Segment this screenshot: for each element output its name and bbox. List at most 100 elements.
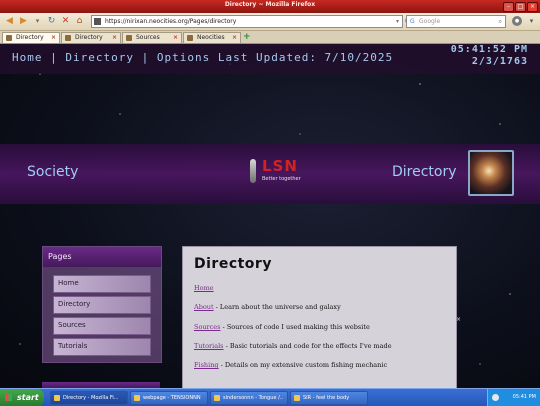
- taskbar-item-label: SIR - feel the body: [303, 395, 350, 401]
- os-taskbar: start Directory - Mozilla Fi... webpage …: [0, 388, 540, 406]
- nav-options-link[interactable]: Options: [157, 51, 210, 64]
- tab-directory[interactable]: Directory ×: [61, 32, 121, 43]
- nav-separator: |: [50, 51, 58, 64]
- sidebar-item-label: Sources: [58, 321, 86, 329]
- site-logo[interactable]: LSN Better together: [248, 154, 318, 188]
- url-bar[interactable]: https://nirixan.neocities.org/Pages/dire…: [91, 15, 403, 28]
- forward-arrow-icon[interactable]: ▶: [18, 16, 29, 27]
- window-titlebar: Directory ~ Mozilla Firefox – □ ×: [0, 0, 540, 13]
- tab-favicon-icon: [126, 35, 132, 41]
- sidebar-item-label: Home: [58, 279, 79, 287]
- site-clock: 05:41:52 PM 2/3/1763: [451, 44, 528, 68]
- maximize-button[interactable]: □: [515, 2, 526, 12]
- entry-description: - Details on my extensive custom fishing…: [218, 361, 388, 369]
- galaxy-image: [468, 150, 514, 196]
- close-window-button[interactable]: ×: [527, 2, 538, 12]
- entry-description: - Learn about the universe and galaxy: [213, 303, 341, 311]
- menu-icon[interactable]: ▾: [526, 16, 537, 27]
- taskbar-item-label: webpage - TENSIONNN: [143, 395, 201, 401]
- tab-directory-active[interactable]: Directory ×: [2, 32, 60, 43]
- logo-capsule-icon: [250, 159, 256, 183]
- sidebar-item-label: Directory: [58, 300, 91, 308]
- pages-sidebar: Pages Home Directory Sources Tutorials: [42, 246, 162, 363]
- logo-text: LSN: [262, 157, 298, 175]
- sidebar-item-label: Tutorials: [58, 342, 88, 350]
- magnifier-icon[interactable]: ⌕: [499, 16, 502, 27]
- url-text: https://nirixan.neocities.org/Pages/dire…: [105, 18, 237, 25]
- tray-clock: 05:41 PM: [512, 394, 536, 400]
- taskbar-item-webpage[interactable]: webpage - TENSIONNN: [130, 391, 208, 405]
- windows-logo-icon: [5, 394, 12, 401]
- taskbar-item-label: Directory - Mozilla Fi...: [63, 395, 119, 401]
- directory-entry: Sources - Sources of code I used making …: [194, 323, 449, 331]
- directory-entry: Tutorials - Basic tutorials and code for…: [194, 342, 449, 350]
- window-title: Directory ~ Mozilla Firefox: [224, 1, 316, 8]
- tab-label: Sources: [136, 34, 160, 41]
- tab-close-icon[interactable]: ×: [173, 33, 178, 43]
- entry-link-fishing[interactable]: Fishing: [194, 361, 219, 369]
- sparkle-icon: ×: [456, 316, 462, 323]
- stop-icon[interactable]: ✕: [60, 16, 71, 27]
- tab-close-icon[interactable]: ×: [51, 33, 56, 43]
- entry-link-sources[interactable]: Sources: [194, 323, 220, 331]
- tab-label: Neocities: [197, 34, 225, 41]
- media-icon: [294, 395, 300, 401]
- directory-entry: About - Learn about the universe and gal…: [194, 303, 449, 311]
- tab-close-icon[interactable]: ×: [112, 33, 117, 43]
- minimize-button[interactable]: –: [503, 2, 514, 12]
- search-engine-icon: G: [410, 18, 415, 25]
- tray-status-icon[interactable]: [492, 394, 499, 401]
- clock-date: 2/3/1763: [471, 56, 528, 67]
- directory-heading: Directory: [194, 256, 272, 272]
- tab-close-icon[interactable]: ×: [232, 33, 237, 43]
- site-nav: Home | Directory | Options Last Updated:…: [12, 51, 393, 64]
- directory-entry: Home: [194, 284, 449, 292]
- taskbar-item-sindersonnn[interactable]: sindersonnn - Tongue /...: [210, 391, 288, 405]
- folder-icon: [134, 395, 140, 401]
- site-top-bar: Home | Directory | Options Last Updated:…: [0, 44, 540, 74]
- addon-icon[interactable]: ●: [512, 16, 522, 26]
- nav-home-link[interactable]: Home: [12, 51, 43, 64]
- banner-society-title: Society: [27, 164, 79, 180]
- tab-label: Directory: [75, 34, 103, 41]
- taskbar-item-sir[interactable]: SIR - feel the body: [290, 391, 368, 405]
- entry-description: - Sources of code I used making this web…: [220, 323, 370, 331]
- tab-favicon-icon: [65, 35, 71, 41]
- tab-sources[interactable]: Sources ×: [122, 32, 182, 43]
- entry-link-about[interactable]: About: [194, 303, 214, 311]
- entry-description: - Basic tutorials and code for the effec…: [223, 342, 392, 350]
- site-favicon-icon: [94, 18, 101, 25]
- logo-tagline: Better together: [262, 176, 301, 182]
- system-tray: 05:41 PM: [487, 389, 540, 406]
- nav-directory-link[interactable]: Directory: [65, 51, 134, 64]
- directory-entry: Fishing - Details on my extensive custom…: [194, 361, 449, 369]
- app-icon: [214, 395, 220, 401]
- dropdown-icon[interactable]: ▾: [32, 16, 43, 27]
- sidebar-title: Pages: [48, 252, 72, 261]
- new-tab-button[interactable]: +: [243, 31, 251, 43]
- entry-link-home[interactable]: Home: [194, 284, 214, 292]
- start-label: start: [17, 393, 39, 402]
- nav-separator: |: [141, 51, 150, 64]
- sidebar-item-home[interactable]: Home: [53, 275, 151, 293]
- last-updated-text: Last Updated: 7/10/2025: [217, 51, 394, 64]
- search-box[interactable]: G Google ⌕: [406, 15, 506, 28]
- tab-neocities[interactable]: Neocities ×: [183, 32, 241, 43]
- tab-label: Directory: [16, 34, 44, 41]
- taskbar-item-firefox[interactable]: Directory - Mozilla Fi...: [50, 391, 128, 405]
- sidebar-header: Pages: [43, 247, 161, 267]
- entry-link-tutorials[interactable]: Tutorials: [194, 342, 224, 350]
- start-button[interactable]: start: [0, 389, 44, 406]
- search-placeholder: Google: [419, 18, 441, 25]
- sidebar-item-tutorials[interactable]: Tutorials: [53, 338, 151, 356]
- url-dropdown-icon[interactable]: ▾: [396, 16, 399, 27]
- reload-icon[interactable]: ↻: [46, 16, 57, 27]
- navigation-toolbar: ◀ ▶ ▾ ↻ ✕ ⌂ https://nirixan.neocities.or…: [0, 13, 540, 31]
- tab-favicon-icon: [6, 35, 12, 41]
- home-icon[interactable]: ⌂: [74, 16, 85, 27]
- back-arrow-icon[interactable]: ◀: [4, 16, 15, 27]
- firefox-icon: [54, 395, 60, 401]
- sidebar-item-sources[interactable]: Sources: [53, 317, 151, 335]
- taskbar-item-label: sindersonnn - Tongue /...: [223, 395, 283, 401]
- sidebar-item-directory[interactable]: Directory: [53, 296, 151, 314]
